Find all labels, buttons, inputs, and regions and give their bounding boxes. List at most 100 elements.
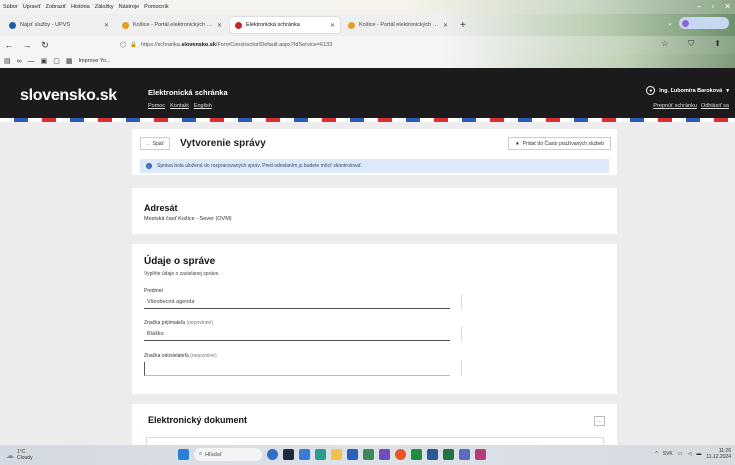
folder-icon[interactable]: ▦ — [66, 57, 73, 65]
new-tab-icon[interactable]: + — [456, 20, 466, 31]
link-contact[interactable]: Kontakt — [170, 103, 189, 109]
bookmark-improve[interactable]: Improve Yo... — [79, 58, 111, 64]
tab-favicon-icon — [235, 21, 242, 29]
close-icon[interactable]: ✕ — [724, 2, 731, 11]
site-links: Pomoc Kontakt English — [148, 103, 212, 109]
tab-favicon-icon — [122, 21, 129, 29]
sender-ref-label: Značka odosielateľa (nepovinné) — [144, 353, 217, 359]
pocket-icon[interactable]: ⛉ — [688, 39, 694, 49]
word-icon[interactable] — [427, 449, 438, 460]
reload-icon[interactable]: ↻ — [40, 40, 50, 51]
url-text: https://schranka.slovensko.sk/FormConstr… — [141, 42, 333, 48]
bookmark-icon[interactable]: ∞ — [17, 58, 22, 65]
browser-tab-bar: Nájsť služby - ÚPVS ✕ Košice - Portál el… — [0, 14, 735, 36]
app-icon[interactable] — [363, 449, 374, 460]
tab-title: Košice - Portál elektronických slu... — [359, 22, 439, 28]
battery-icon[interactable]: ▬ — [696, 451, 701, 457]
message-details-card: Údaje o správe Vyplňte údaje o zasielane… — [132, 244, 617, 394]
language-indicator[interactable]: SVK — [663, 451, 673, 457]
recipient-ref-label: Značka prijímateľa (nepovinné) — [144, 320, 213, 326]
browser-tab[interactable]: Košice - Portál elektronických slu... ✕ — [343, 17, 453, 33]
app-icon[interactable] — [347, 449, 358, 460]
folder-icon[interactable] — [331, 449, 342, 460]
search-icon: ⌕ — [199, 451, 203, 457]
back-arrow-icon[interactable]: ← — [4, 40, 14, 50]
menu-item-file[interactable]: Súbor — [3, 4, 18, 10]
document-card: Elektronický dokument … — [132, 404, 617, 445]
menu-item-tools[interactable]: Nástroje — [119, 4, 139, 10]
menu-item-history[interactable]: História — [71, 4, 90, 10]
document-menu-button[interactable]: … — [594, 416, 605, 426]
profile-chip[interactable] — [679, 17, 729, 29]
extensions-icon[interactable]: ⬆ — [714, 39, 721, 49]
back-button[interactable]: ← Späť — [140, 137, 170, 150]
info-message: i Správa bola uložená do rozpracovaných … — [140, 159, 609, 173]
bookmark-icon[interactable]: ▢ — [53, 57, 60, 65]
taskbar-search[interactable]: ⌕ Hľadať — [194, 448, 262, 461]
logout-link[interactable]: Odhlásiť sa — [701, 103, 729, 109]
tab-favicon-icon — [9, 21, 16, 29]
browser-tab-active[interactable]: Elektronická schránka ✕ — [230, 17, 340, 33]
add-favorite-button[interactable]: ★ Pridať do Často používaných služieb — [508, 137, 611, 150]
recipient-ref-input[interactable]: Bláško — [144, 328, 450, 341]
menu-item-bookmarks[interactable]: Záložky — [95, 4, 114, 10]
tab-close-icon[interactable]: ✕ — [104, 22, 109, 29]
sender-ref-input[interactable] — [144, 362, 450, 376]
app-icon[interactable] — [443, 449, 454, 460]
chevron-down-icon: ▾ — [726, 87, 729, 94]
excel-icon[interactable] — [411, 449, 422, 460]
tab-close-icon[interactable]: ✕ — [217, 22, 222, 29]
bookmark-icon[interactable]: ▣ — [41, 57, 48, 65]
subject-input[interactable]: Všeobecná agenda — [144, 296, 450, 309]
bookmark-icon[interactable]: — — [28, 58, 35, 65]
title-card: ← Späť Vytvorenie správy ★ Pridať do Čas… — [132, 129, 617, 175]
weather-widget[interactable]: ☁ 1°C Cloudy — [6, 449, 33, 461]
address-bar[interactable]: ◯ 🔒 https://schranka.slovensko.sk/FormCo… — [120, 39, 390, 51]
start-icon[interactable] — [178, 449, 189, 460]
menu-item-view[interactable]: Zobraziť — [46, 4, 66, 10]
main-content: ← Späť Vytvorenie správy ★ Pridať do Čas… — [122, 122, 618, 445]
chevron-up-icon[interactable]: ^ — [655, 451, 657, 457]
tab-title: Elektronická schránka — [246, 22, 300, 28]
app-icon[interactable] — [267, 449, 278, 460]
network-icon[interactable]: ▭ — [678, 451, 683, 457]
system-tray: ^ SVK ▭ ◁ ▬ 11:26 11.12.2024 — [655, 448, 731, 460]
task-view-icon[interactable] — [283, 449, 294, 460]
browser-tab[interactable]: Nájsť služby - ÚPVS ✕ — [4, 17, 114, 33]
bookmarks-bar: ▤ ∞ — ▣ ▢ ▦ Improve Yo... — [0, 54, 735, 68]
star-icon: ★ — [515, 140, 520, 147]
document-title: Elektronický dokument — [148, 415, 248, 425]
app-icon[interactable] — [299, 449, 310, 460]
message-details-subtitle: Vyplňte údaje o zasielanej správe. — [144, 271, 220, 277]
maximize-icon[interactable]: ▫ — [711, 2, 714, 11]
user-links: Prepnúť schránku Odhlásiť sa — [646, 103, 729, 109]
star-icon[interactable]: ☆ — [661, 39, 668, 49]
minimize-icon[interactable]: – — [697, 2, 701, 11]
browser-tab[interactable]: Košice - Portál elektronických slu... ✕ — [117, 17, 227, 33]
forward-arrow-icon[interactable]: → — [22, 40, 32, 50]
lock-icon: 🔒 — [130, 42, 138, 48]
switch-mailbox-link[interactable]: Prepnúť schránku — [653, 103, 697, 109]
field-divider — [461, 360, 462, 376]
user-menu[interactable]: ● Ing. Ľubomíra Baroková ▾ — [646, 86, 729, 95]
tab-list-chevron-icon[interactable]: ⌄ — [667, 19, 673, 27]
firefox-icon[interactable] — [395, 449, 406, 460]
app-icon[interactable] — [379, 449, 390, 460]
bookmark-icon[interactable]: ▤ — [4, 57, 11, 65]
menu-item-help[interactable]: Pomocník — [144, 4, 168, 10]
app-icon[interactable] — [315, 449, 326, 460]
app-icon[interactable] — [459, 449, 470, 460]
menu-item-edit[interactable]: Upraviť — [23, 4, 41, 10]
clock[interactable]: 11:26 11.12.2024 — [706, 448, 731, 460]
link-english[interactable]: English — [194, 103, 212, 109]
toolbar-icons: ☆ ⛉ ⬆ — [661, 39, 721, 49]
link-help[interactable]: Pomoc — [148, 103, 165, 109]
tab-close-icon[interactable]: ✕ — [443, 22, 448, 29]
volume-icon[interactable]: ◁ — [687, 451, 691, 457]
browser-menu-bar: Súbor Upraviť Zobraziť História Záložky … — [0, 0, 735, 14]
site-logo[interactable]: slovensko.sk — [20, 87, 117, 105]
app-icon[interactable] — [475, 449, 486, 460]
tab-close-icon[interactable]: ✕ — [330, 22, 335, 29]
recipient-value: Mestská časť Košice - Sever (OVM) — [144, 216, 232, 222]
recipient-card: Adresát Mestská časť Košice - Sever (OVM… — [132, 188, 617, 234]
